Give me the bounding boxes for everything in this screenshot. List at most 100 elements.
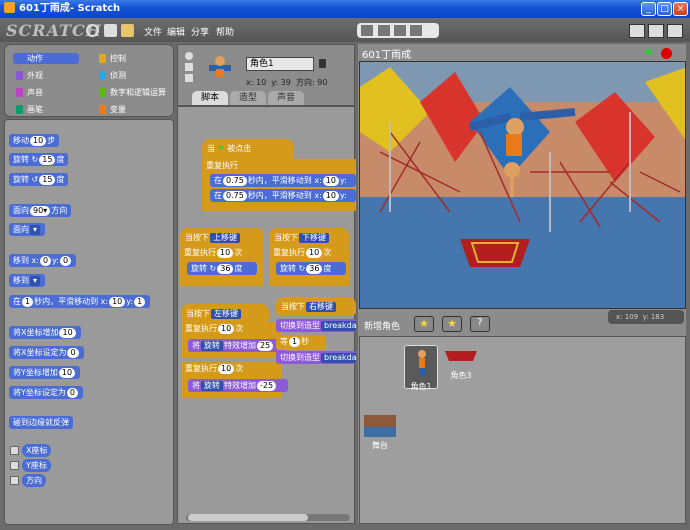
down-turn-deg[interactable]: 36 (306, 264, 323, 274)
horizontal-scroll-thumb[interactable] (188, 514, 308, 521)
tab-sounds[interactable]: 声音 (268, 91, 304, 105)
horizontal-scrollbar[interactable] (186, 514, 350, 521)
point-towards-block[interactable]: 面向 ▾ (9, 223, 46, 236)
minimize-button[interactable]: _ (641, 2, 656, 16)
stage-tile[interactable]: 舞台 (364, 415, 396, 453)
sprite-name-field[interactable]: 角色1 (246, 57, 314, 71)
category-operators[interactable]: 数字和逻辑运算 (96, 87, 172, 98)
menu-help[interactable]: 帮助 (216, 25, 234, 38)
left-key-dropdown[interactable]: 左移键 (211, 309, 241, 319)
glide1-secs[interactable]: 0.75 (223, 176, 247, 186)
left-repeat2-times[interactable]: 10 (218, 364, 235, 374)
glide-block-1[interactable]: 在 0.75 秒内，平滑移动到 x: 10 y: (210, 174, 356, 187)
right-key-dropdown[interactable]: 右移键 (306, 302, 336, 312)
change-x-input[interactable]: 10 (59, 328, 76, 338)
change-effect-block-2[interactable]: 将旋转 特效增加 -25 (188, 379, 288, 392)
stage-canvas[interactable] (359, 61, 686, 309)
direction-checkbox[interactable] (10, 476, 19, 485)
glide1-x[interactable]: 10 (322, 176, 339, 186)
lock-icon[interactable] (319, 59, 326, 68)
move-steps-input[interactable]: 10 (30, 136, 47, 146)
turn-block-down[interactable]: 旋转 ↻ 36 度 (276, 262, 346, 275)
goto-y-input[interactable]: 0 (59, 256, 72, 266)
choose-sprite-file-button[interactable]: ★ (442, 316, 462, 332)
change-y-input[interactable]: 10 (58, 368, 76, 378)
point-direction-block[interactable]: 面向 90▾ 方向 (9, 204, 72, 217)
set-y-input[interactable]: 0 (66, 388, 78, 398)
x-position-reporter[interactable]: X座标 (22, 444, 52, 457)
category-sound[interactable]: 声音 (13, 87, 79, 98)
effect1-value[interactable]: 25 (257, 341, 274, 351)
category-pen[interactable]: 画笔 (13, 104, 79, 115)
y-position-reporter[interactable]: Y座标 (22, 459, 51, 472)
change-x-block[interactable]: 将X坐标增加 10 (9, 326, 81, 339)
change-effect-block-1[interactable]: 将旋转 特效增加 25 (188, 339, 286, 352)
set-x-input[interactable]: 0 (67, 348, 79, 358)
y-position-checkbox[interactable] (10, 461, 19, 470)
turn-cw-block[interactable]: 旋转 ↻ 15 度 (9, 153, 69, 166)
point-towards-dropdown[interactable]: ▾ (30, 225, 41, 235)
no-rotate-icon[interactable] (185, 74, 193, 82)
effect2-value[interactable]: -25 (257, 381, 277, 391)
up-turn-deg[interactable]: 36 (217, 264, 234, 274)
down-key-dropdown[interactable]: 下移键 (299, 233, 329, 243)
goto-block[interactable]: 移到 ▾ (9, 274, 46, 287)
sprite-tile-1[interactable]: 角色1 (404, 345, 438, 391)
paint-new-sprite-button[interactable]: ★ (414, 316, 434, 332)
when-down-key-hat[interactable]: 当按下 下移键 (269, 228, 349, 246)
glide2-x[interactable]: 10 (322, 191, 339, 201)
costume2-dropdown[interactable]: breakdan (321, 353, 356, 363)
turn-ccw-input[interactable]: 15 (39, 175, 56, 185)
when-flag-clicked-hat[interactable]: 当 ⚑ 被点击 (202, 139, 294, 159)
close-button[interactable]: × (673, 2, 688, 16)
green-flag-button[interactable]: ⚑ (643, 47, 654, 59)
grow-icon[interactable] (394, 25, 406, 36)
flip-style-icon[interactable] (185, 63, 193, 71)
share-icon[interactable] (121, 24, 134, 37)
presentation-mode-icon[interactable] (667, 24, 683, 38)
glide2-secs[interactable]: 0.75 (223, 191, 247, 201)
glide-x-input[interactable]: 10 (109, 297, 126, 307)
glide-block-2[interactable]: 在 0.75 秒内，平滑移动到 x: 10 y: (210, 189, 356, 202)
tab-costumes[interactable]: 造型 (230, 91, 266, 105)
goto-xy-block[interactable]: 移到 x: 0 y: 0 (9, 254, 77, 267)
shrink-icon[interactable] (410, 25, 422, 36)
turn-cw-input[interactable]: 15 (39, 155, 56, 165)
menu-share[interactable]: 分享 (191, 25, 209, 38)
switch-costume-block-1[interactable]: 切换到造型breakdan (276, 319, 356, 332)
up-key-dropdown[interactable]: 上移键 (210, 233, 240, 243)
goto-x-input[interactable]: 0 (39, 256, 52, 266)
category-motion[interactable]: 动作 (13, 53, 79, 64)
direction-input[interactable]: 90▾ (30, 206, 51, 216)
set-x-block[interactable]: 将X坐标设定为 0 (9, 346, 84, 359)
menu-file[interactable]: 文件 (144, 25, 162, 38)
wait-secs[interactable]: 1 (289, 337, 301, 347)
maximize-button[interactable]: □ (657, 2, 672, 16)
effect2-dropdown[interactable]: 旋转 (201, 381, 223, 391)
tab-scripts[interactable]: 脚本 (192, 91, 228, 105)
category-sensing[interactable]: 侦测 (96, 70, 162, 81)
glide-y-input[interactable]: 1 (134, 297, 146, 307)
wait-block[interactable]: 等1秒 (276, 335, 326, 350)
rotation-style-icon[interactable] (185, 52, 193, 60)
change-y-block[interactable]: 将Y坐标增加 10 (9, 366, 81, 379)
stop-button[interactable] (661, 48, 672, 59)
effect1-dropdown[interactable]: 旋转 (201, 341, 223, 351)
scissors-icon[interactable] (378, 25, 390, 36)
switch-costume-block-2[interactable]: 切换到造型breakdan (276, 351, 356, 364)
down-repeat-times[interactable]: 10 (306, 248, 323, 258)
costume1-dropdown[interactable]: breakdan (321, 321, 356, 331)
save-icon[interactable] (104, 24, 117, 37)
menu-edit[interactable]: 编辑 (167, 25, 185, 38)
category-variables[interactable]: 变量 (96, 104, 162, 115)
glide-block[interactable]: 在 1 秒内，平滑移动到 x: 10 y: 1 (9, 295, 151, 308)
glide-secs-input[interactable]: 1 (22, 297, 34, 307)
when-left-key-hat[interactable]: 当按下 左移键 (181, 304, 269, 322)
direction-reporter[interactable]: 方向 (22, 474, 46, 487)
move-block[interactable]: 移动 10 步 (9, 134, 60, 147)
left-repeat1-times[interactable]: 10 (218, 324, 235, 334)
goto-dropdown[interactable]: ▾ (30, 276, 41, 286)
small-stage-icon[interactable] (629, 24, 645, 38)
turn-ccw-block[interactable]: 旋转 ↺ 15 度 (9, 173, 69, 186)
stamp-icon[interactable] (361, 25, 373, 36)
